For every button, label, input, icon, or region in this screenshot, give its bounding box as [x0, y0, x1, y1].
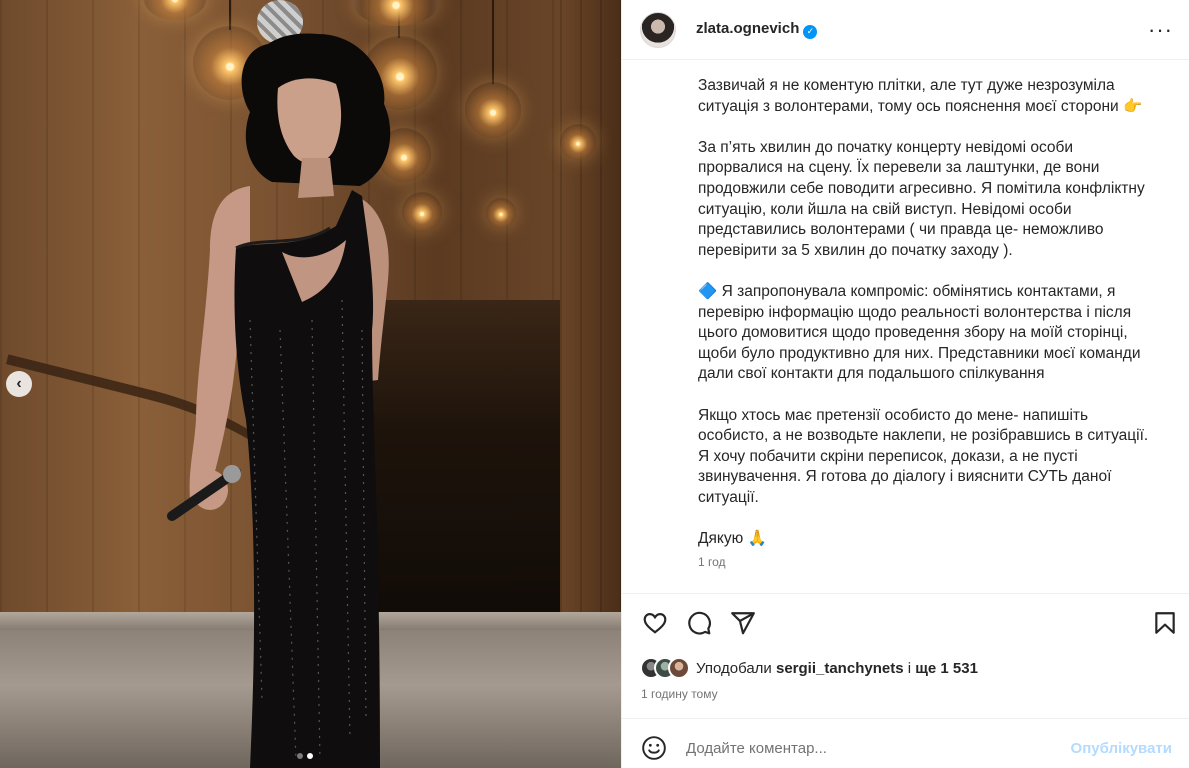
caption-paragraph: Дякую 🙏	[698, 530, 767, 548]
comment-form: Опублікувати	[640, 730, 1172, 766]
post-header: zlata.ognevich ✓ ···	[622, 0, 1189, 60]
liker-avatar[interactable]	[668, 657, 690, 679]
verified-badge-icon: ✓	[803, 24, 818, 39]
post-sidebar: zlata.ognevich ✓ ··· Зазвичай я не комент…	[621, 0, 1189, 768]
caption-paragraph: Зазвичай я не коментую плітки, але тут д…	[698, 77, 1143, 115]
save-button[interactable]	[1150, 608, 1180, 638]
divider	[622, 593, 1189, 594]
carousel-dot-active	[307, 753, 313, 759]
emoji-button[interactable]	[640, 734, 668, 762]
likes-conjunction: і	[907, 659, 912, 677]
bookmark-icon	[1155, 612, 1175, 634]
chevron-left-icon: ‹	[16, 375, 22, 392]
post-photo[interactable]: ‹	[0, 0, 621, 768]
action-bar	[640, 607, 1180, 639]
carousel-dot	[297, 753, 303, 759]
caption-paragraph: За п’ять хвилин до початку концерту неві…	[698, 138, 1145, 259]
comment-button[interactable]	[684, 608, 714, 638]
likes-count[interactable]: ще 1 531	[915, 660, 978, 677]
carousel-indicator	[297, 753, 313, 759]
carousel-prev-button[interactable]: ‹	[6, 371, 32, 397]
author-username[interactable]: zlata.ognevich	[696, 20, 799, 37]
divider	[622, 718, 1189, 719]
author-avatar[interactable]	[640, 11, 676, 48]
author-username-row: zlata.ognevich ✓	[696, 20, 818, 39]
comment-input[interactable]	[686, 739, 1071, 757]
like-button[interactable]	[640, 608, 670, 638]
more-options-icon[interactable]: ···	[1148, 18, 1173, 41]
caption-timestamp[interactable]: 1 год	[698, 555, 726, 569]
emoji-icon	[642, 736, 666, 760]
likes-summary: Уподобали sergii_tanchynets і ще 1 531	[640, 657, 978, 679]
share-button[interactable]	[728, 608, 758, 638]
likes-prefix: Уподобали	[696, 659, 772, 677]
liker-username[interactable]: sergii_tanchynets	[776, 660, 904, 677]
post-caption: Зазвичай я не коментую плітки, але тут д…	[698, 76, 1168, 570]
publish-button[interactable]: Опублікувати	[1071, 740, 1172, 757]
share-icon	[731, 612, 755, 635]
heart-icon	[643, 613, 667, 634]
likes-text: Уподобали sergii_tanchynets і ще 1 531	[696, 660, 978, 677]
caption-paragraph: 🔷 Я запропонувала компроміс: обмінятись …	[698, 282, 1141, 383]
caption-paragraph: Якщо хтось має претензії особисто до мен…	[698, 406, 1149, 506]
woman-figure	[167, 33, 391, 768]
post-timestamp[interactable]: 1 годину тому	[641, 687, 718, 701]
comment-icon	[688, 611, 711, 635]
